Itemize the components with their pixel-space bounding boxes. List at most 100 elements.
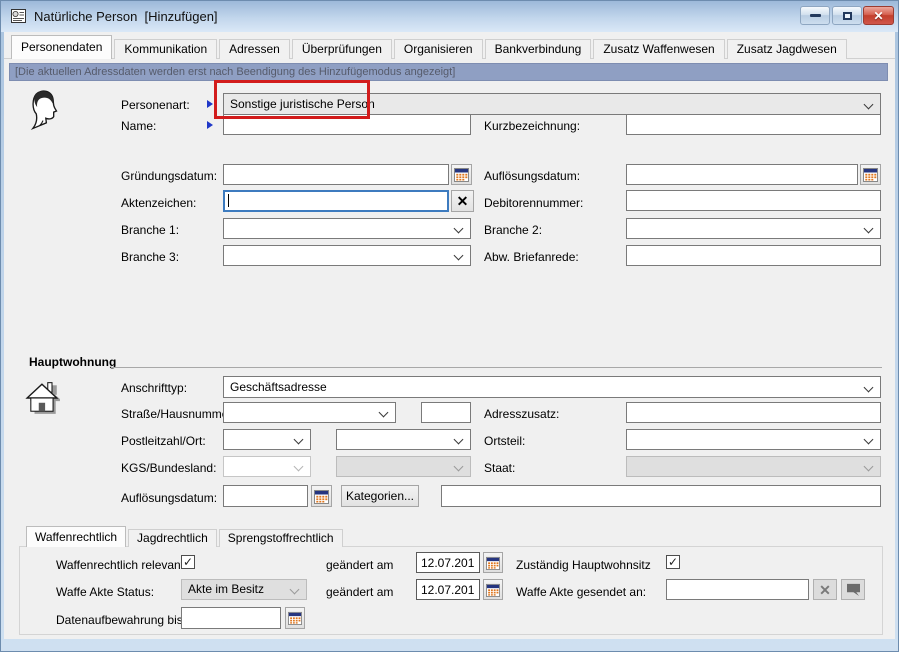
chevron-down-icon [379, 408, 389, 418]
checkmark-icon: ✓ [668, 556, 678, 568]
zustaendig-hauptwohnsitz-checkbox[interactable]: ✓ [666, 555, 680, 569]
aufloesungsdatum-input[interactable] [626, 164, 858, 185]
ortsteil-label: Ortsteil: [484, 434, 525, 448]
waffenrechtlich-relevant-label: Waffenrechtlich relevant [56, 558, 184, 572]
kategorien-input[interactable] [441, 485, 881, 507]
debitorennummer-input[interactable] [626, 190, 881, 211]
waffe-akte-status-label: Waffe Akte Status: [56, 585, 154, 599]
aufloesungsdatum-label: Auflösungsdatum: [484, 169, 580, 183]
waffe-akte-gesendet-clear-button: ✕ [813, 579, 837, 600]
hw-aufloesungsdatum-input[interactable] [223, 485, 308, 507]
chevron-down-icon [294, 435, 304, 445]
calendar-icon [454, 167, 469, 182]
close-button[interactable]: ✕ [863, 6, 894, 25]
chevron-down-icon [294, 462, 304, 472]
strasse-label: Straße/Hausnummer: [121, 407, 236, 421]
aufloesungsdatum-calendar-button[interactable] [860, 164, 881, 185]
adresszusatz-label: Adresszusatz: [484, 407, 559, 421]
subtab-jagdrechtlich[interactable]: Jagdrechtlich [128, 529, 217, 547]
calendar-icon [314, 489, 329, 504]
hw-aufloesungsdatum-label: Auflösungsdatum: [121, 491, 217, 505]
restore-button[interactable] [832, 6, 862, 25]
kategorien-button[interactable]: Kategorien... [341, 485, 419, 507]
hw-aufloesungsdatum-calendar-button[interactable] [311, 485, 332, 507]
gruendungsdatum-calendar-button[interactable] [451, 164, 472, 185]
gruendungsdatum-input[interactable] [223, 164, 449, 185]
personenart-label: Personenart: [121, 98, 190, 112]
app-window: Natürliche Person [Hinzufügen] ✕ Persone… [0, 0, 899, 652]
datenaufbewahrung-input[interactable] [181, 607, 281, 629]
zustaendig-hauptwohnsitz-label: Zuständig Hauptwohnsitz [516, 558, 651, 572]
kgs-select-disabled [223, 456, 311, 477]
title-bar: Natürliche Person [Hinzufügen] ✕ [1, 1, 898, 32]
branche2-label: Branche 2: [484, 223, 542, 237]
aktenzeichen-label: Aktenzeichen: [121, 196, 196, 210]
text-caret [228, 194, 229, 207]
waffe-akte-gesendet-input[interactable] [666, 579, 809, 600]
comment-note-icon [846, 583, 861, 596]
chevron-down-icon [454, 251, 464, 261]
required-arrow-icon [207, 100, 213, 108]
waffe-akte-gesendet-lookup-button [841, 579, 865, 600]
waffe-akte-gesendet-label: Waffe Akte gesendet an: [516, 585, 646, 599]
geaendert-am-2-input[interactable] [416, 579, 480, 600]
house-icon [25, 378, 61, 418]
aktenzeichen-clear-button[interactable]: ✕ [451, 190, 474, 212]
abw-briefanrede-input[interactable] [626, 245, 881, 266]
branche3-select[interactable] [223, 245, 471, 266]
branche3-label: Branche 3: [121, 250, 179, 264]
clear-x-icon: ✕ [819, 583, 831, 597]
kurzbezeichnung-input[interactable] [626, 114, 881, 135]
tab-ueberpruefungen[interactable]: Überprüfungen [292, 39, 392, 59]
minimize-button[interactable] [800, 6, 830, 25]
geaendert-am-1-input[interactable] [416, 552, 480, 573]
chevron-down-icon [864, 224, 874, 234]
waffenrechtlich-relevant-checkbox[interactable]: ✓ [181, 555, 195, 569]
anschrifttyp-label: Anschrifttyp: [121, 381, 187, 395]
branche2-select[interactable] [626, 218, 881, 239]
tab-kommunikation[interactable]: Kommunikation [114, 39, 217, 59]
chevron-down-icon [864, 383, 874, 393]
tab-zusatz-jagdwesen[interactable]: Zusatz Jagdwesen [727, 39, 847, 59]
tab-adressen[interactable]: Adressen [219, 39, 290, 59]
adresszusatz-input[interactable] [626, 402, 881, 423]
anschrifttyp-select[interactable]: Geschäftsadresse [223, 376, 881, 398]
hauptwohnung-section-title: Hauptwohnung [29, 355, 116, 369]
branche1-label: Branche 1: [121, 223, 179, 237]
bundesland-select-disabled [336, 456, 471, 477]
checkmark-icon: ✓ [183, 556, 193, 568]
calendar-icon [288, 611, 302, 625]
tab-bankverbindung[interactable]: Bankverbindung [485, 39, 592, 59]
calendar-icon [486, 556, 500, 570]
tab-personendaten[interactable]: Personendaten [11, 35, 112, 59]
postleitzahl-select[interactable] [223, 429, 311, 450]
kgs-bundesland-label: KGS/Bundesland: [121, 461, 216, 475]
hausnummer-input[interactable] [421, 402, 471, 423]
geaendert-am-label-2: geändert am [326, 585, 393, 599]
waffe-akte-status-select-disabled: Akte im Besitz [181, 579, 307, 600]
annotation-highlight-box [214, 80, 370, 119]
geaendert-am-2-calendar-button[interactable] [483, 579, 503, 600]
plz-ort-label: Postleitzahl/Ort: [121, 434, 206, 448]
ort-select[interactable] [336, 429, 471, 450]
kurzbezeichnung-label: Kurzbezeichnung: [484, 119, 580, 133]
geaendert-am-label-1: geändert am [326, 558, 393, 572]
datenaufbewahrung-label: Datenaufbewahrung bis [56, 613, 183, 627]
ortsteil-select[interactable] [626, 429, 881, 450]
datenaufbewahrung-calendar-button[interactable] [285, 607, 305, 629]
person-head-icon [25, 89, 61, 133]
chevron-down-icon [864, 462, 874, 472]
tab-organisieren[interactable]: Organisieren [394, 39, 483, 59]
subtab-sprengstoffrechtlich[interactable]: Sprengstoffrechtlich [219, 529, 343, 547]
tab-zusatz-waffenwesen[interactable]: Zusatz Waffenwesen [593, 39, 724, 59]
geaendert-am-1-calendar-button[interactable] [483, 552, 503, 573]
section-divider [111, 367, 882, 368]
branche1-select[interactable] [223, 218, 471, 239]
person-document-icon [9, 7, 28, 26]
subtab-waffenrechtlich[interactable]: Waffenrechtlich [26, 526, 126, 547]
main-tab-bar: Personendaten Kommunikation Adressen Übe… [4, 35, 895, 59]
strasse-select[interactable] [223, 402, 396, 423]
chevron-down-icon [864, 100, 874, 110]
aktenzeichen-input[interactable] [223, 190, 449, 212]
name-label: Name: [121, 119, 156, 133]
